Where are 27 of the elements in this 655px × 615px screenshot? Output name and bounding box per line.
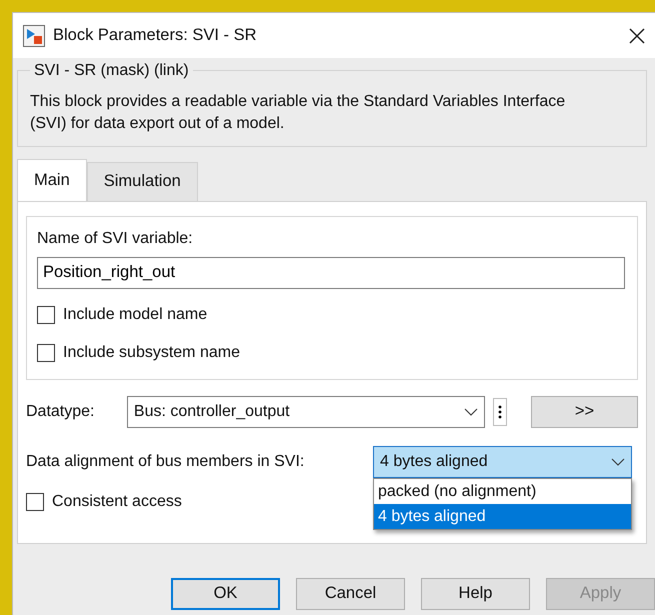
checkbox-label: Consistent access [52, 492, 182, 512]
description-text: This block provides a readable variable via the Standard Variables Interface (SVI) for data export out of a model. [30, 92, 566, 134]
field-label: Data alignment of bus members in SVI: [26, 452, 304, 472]
dropdown-option[interactable]: packed (no alignment) [374, 478, 631, 504]
tab[interactable]: Simulation [86, 162, 198, 201]
dropdown-option[interactable]: 4 bytes aligned [374, 504, 631, 529]
dialog-button[interactable]: Cancel [296, 578, 406, 610]
more-icon[interactable] [493, 398, 508, 426]
checkbox-label: Include subsystem name [63, 342, 240, 363]
tab[interactable]: Main [17, 158, 87, 201]
checkbox[interactable] [37, 344, 55, 362]
close-icon[interactable] [629, 28, 645, 44]
field-label: Datatype: [26, 402, 96, 422]
dialog-button[interactable]: OK [171, 578, 280, 610]
checkbox[interactable] [37, 306, 55, 324]
checkbox[interactable] [26, 492, 44, 511]
expand-button[interactable]: >> [531, 396, 638, 428]
field-label: Name of SVI variable: [37, 230, 193, 247]
alignment-dropdown[interactable]: 4 bytes aligned [373, 446, 632, 478]
block-icon [23, 24, 45, 46]
chevron-icon [611, 458, 625, 466]
dialog-button[interactable]: Help [421, 578, 530, 610]
window-title: Block Parameters: SVI - SR [53, 25, 258, 46]
input-field[interactable]: Position_right_out [37, 256, 625, 289]
datatype-dropdown[interactable]: Bus: controller_output [126, 396, 486, 428]
checkbox-label: Include model name [63, 304, 208, 325]
chevron-icon [464, 408, 478, 416]
